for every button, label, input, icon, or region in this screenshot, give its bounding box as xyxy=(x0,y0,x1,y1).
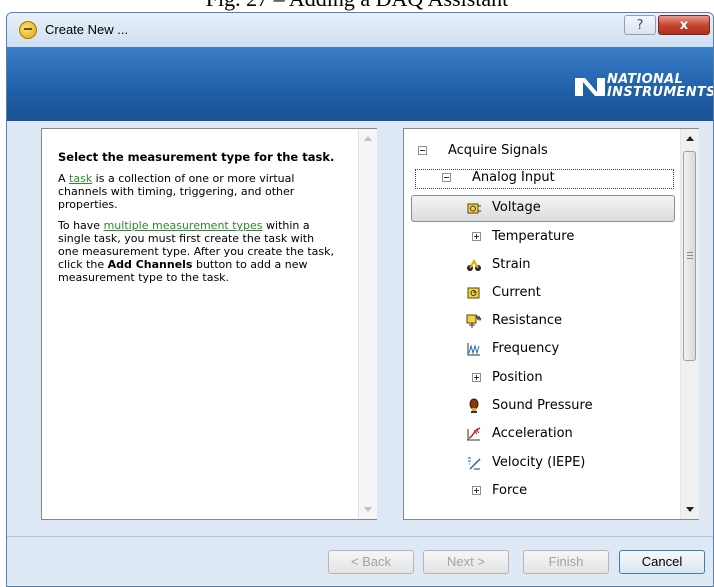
header-banner: NATIONAL INSTRUMENTS xyxy=(7,47,713,121)
tree-item-label: Temperature xyxy=(492,229,575,244)
footer-separator xyxy=(7,536,713,537)
measurement-tree-panel: Acquire Signals Analog Input Voltage Tem… xyxy=(403,128,699,520)
finish-button[interactable]: Finish xyxy=(523,550,609,574)
multiple-measurement-types-link[interactable]: multiple measurement types xyxy=(104,219,263,232)
logo-line-2: INSTRUMENTS xyxy=(607,85,714,100)
create-new-dialog: Create New ... ? x NATIONAL INSTRUMENTS … xyxy=(6,12,714,587)
voltage-icon xyxy=(467,203,481,214)
tree-item-label: Velocity (IEPE) xyxy=(492,455,586,470)
scroll-down-arrow-icon[interactable] xyxy=(364,507,372,512)
description-paragraph-2: To have multiple measurement types withi… xyxy=(58,219,338,284)
acceleration-icon xyxy=(467,427,481,441)
grip-icon xyxy=(687,252,693,253)
close-button[interactable]: x xyxy=(658,15,710,35)
figure-caption: Fig. 27 – Adding a DAQ Assistant xyxy=(0,0,714,12)
tree-item-label: Current xyxy=(492,285,541,300)
current-icon xyxy=(467,287,480,299)
tree-node-label: Analog Input xyxy=(472,170,555,185)
strain-icon xyxy=(467,258,481,271)
cancel-button[interactable]: Cancel xyxy=(619,550,705,574)
expand-icon[interactable] xyxy=(472,373,481,382)
add-channels-bold: Add Channels xyxy=(107,258,193,271)
scrollbar-thumb[interactable] xyxy=(683,151,696,361)
tree-item-label: Frequency xyxy=(492,341,560,356)
app-icon xyxy=(19,21,37,39)
p1-pre: A xyxy=(58,172,70,185)
tree-item-label: Position xyxy=(492,370,543,385)
expand-icon[interactable] xyxy=(472,232,481,241)
expand-icon[interactable] xyxy=(472,486,481,495)
window-title: Create New ... xyxy=(45,22,129,37)
ni-logo-mark-icon xyxy=(575,78,605,96)
resistance-icon xyxy=(466,314,482,328)
back-button[interactable]: < Back xyxy=(328,550,414,574)
tree-item-label: Resistance xyxy=(492,313,563,328)
tree-node-label: Acquire Signals xyxy=(448,143,548,158)
collapse-icon[interactable] xyxy=(418,146,427,155)
tree-item-label: Acceleration xyxy=(492,426,573,441)
tree-item-label: Force xyxy=(492,483,528,498)
help-button[interactable]: ? xyxy=(624,15,656,35)
tree-item-label: Sound Pressure xyxy=(492,398,593,413)
measurement-tree: Acquire Signals Analog Input Voltage Tem… xyxy=(404,129,680,519)
next-button[interactable]: Next > xyxy=(423,550,509,574)
scroll-up-arrow-icon[interactable] xyxy=(686,136,694,141)
collapse-icon[interactable] xyxy=(442,173,451,182)
scroll-down-arrow-icon[interactable] xyxy=(686,507,694,512)
microphone-icon xyxy=(469,398,479,413)
ni-logo-text: NATIONAL INSTRUMENTS xyxy=(607,73,714,100)
frequency-icon xyxy=(467,343,480,356)
p2-pre: To have xyxy=(58,219,104,232)
title-bar: Create New ... ? x xyxy=(7,13,713,47)
tree-item-label: Voltage xyxy=(492,200,541,215)
description-panel: Select the measurement type for the task… xyxy=(41,128,377,520)
ni-logo: NATIONAL INSTRUMENTS xyxy=(575,71,713,101)
tree-scrollbar[interactable] xyxy=(680,129,699,519)
selected-item-highlight xyxy=(411,195,675,222)
description-heading: Select the measurement type for the task… xyxy=(58,150,335,164)
p1-post: is a collection of one or more virtual c… xyxy=(58,172,295,211)
task-link[interactable]: task xyxy=(69,172,92,185)
tree-item-label: Strain xyxy=(492,257,531,272)
scroll-up-arrow-icon[interactable] xyxy=(364,136,372,141)
description-paragraph-1: A task is a collection of one or more vi… xyxy=(58,172,338,211)
description-scrollbar[interactable] xyxy=(358,129,377,519)
velocity-icon xyxy=(468,457,481,470)
description-text: Select the measurement type for the task… xyxy=(58,151,338,292)
